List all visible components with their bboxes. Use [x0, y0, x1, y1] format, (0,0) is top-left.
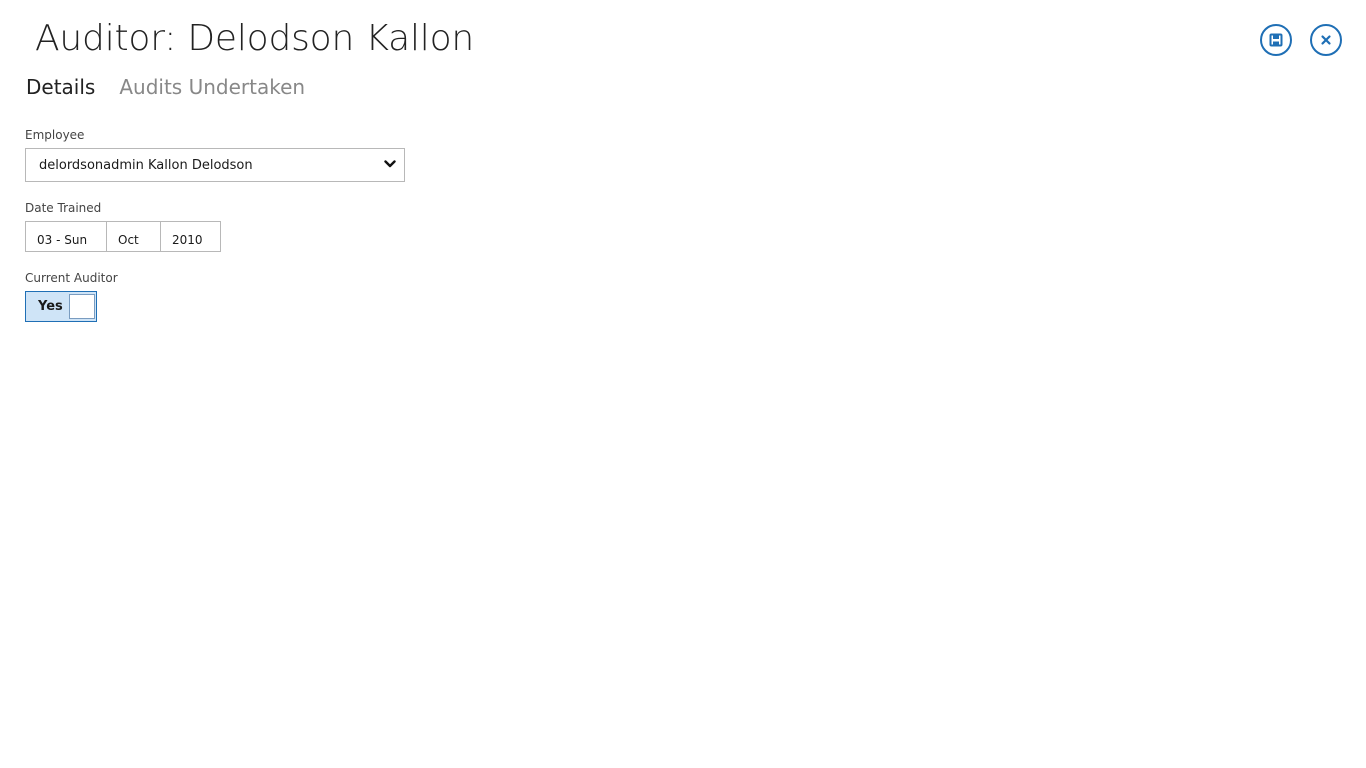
current-auditor-label: Current Auditor [25, 271, 118, 285]
employee-field: Employee delordsonadmin Kallon Delodson [25, 128, 405, 182]
auditor-page: Auditor: Delodson Kallon Details Audits … [0, 0, 1366, 768]
details-form: Employee delordsonadmin Kallon Delodson … [25, 128, 405, 341]
current-auditor-field: Current Auditor Yes [25, 271, 405, 322]
date-year-select[interactable]: 2010 [161, 221, 221, 252]
employee-label: Employee [25, 128, 85, 142]
page-title: Auditor: Delodson Kallon [35, 18, 475, 59]
date-trained-label: Date Trained [25, 201, 102, 215]
employee-select[interactable]: delordsonadmin Kallon Delodson [25, 148, 405, 182]
chevron-down-icon [384, 158, 396, 173]
date-month-select[interactable]: Oct [107, 221, 161, 252]
toggle-state-text: Yes [38, 299, 63, 314]
date-trained-field: Date Trained 03 - Sun Oct 2010 [25, 201, 405, 252]
tab-details[interactable]: Details [26, 75, 95, 99]
employee-select-value: delordsonadmin Kallon Delodson [39, 157, 253, 173]
tab-bar: Details Audits Undertaken [26, 75, 305, 99]
tab-audits-undertaken[interactable]: Audits Undertaken [119, 75, 305, 99]
date-day-select[interactable]: 03 - Sun [25, 221, 107, 252]
save-icon [1269, 33, 1283, 47]
save-button[interactable] [1260, 24, 1292, 56]
close-icon [1320, 34, 1332, 46]
current-auditor-toggle[interactable]: Yes [25, 291, 97, 322]
toggle-thumb [69, 294, 95, 319]
close-button[interactable] [1310, 24, 1342, 56]
date-picker: 03 - Sun Oct 2010 [25, 221, 405, 252]
header-actions [1260, 24, 1342, 56]
